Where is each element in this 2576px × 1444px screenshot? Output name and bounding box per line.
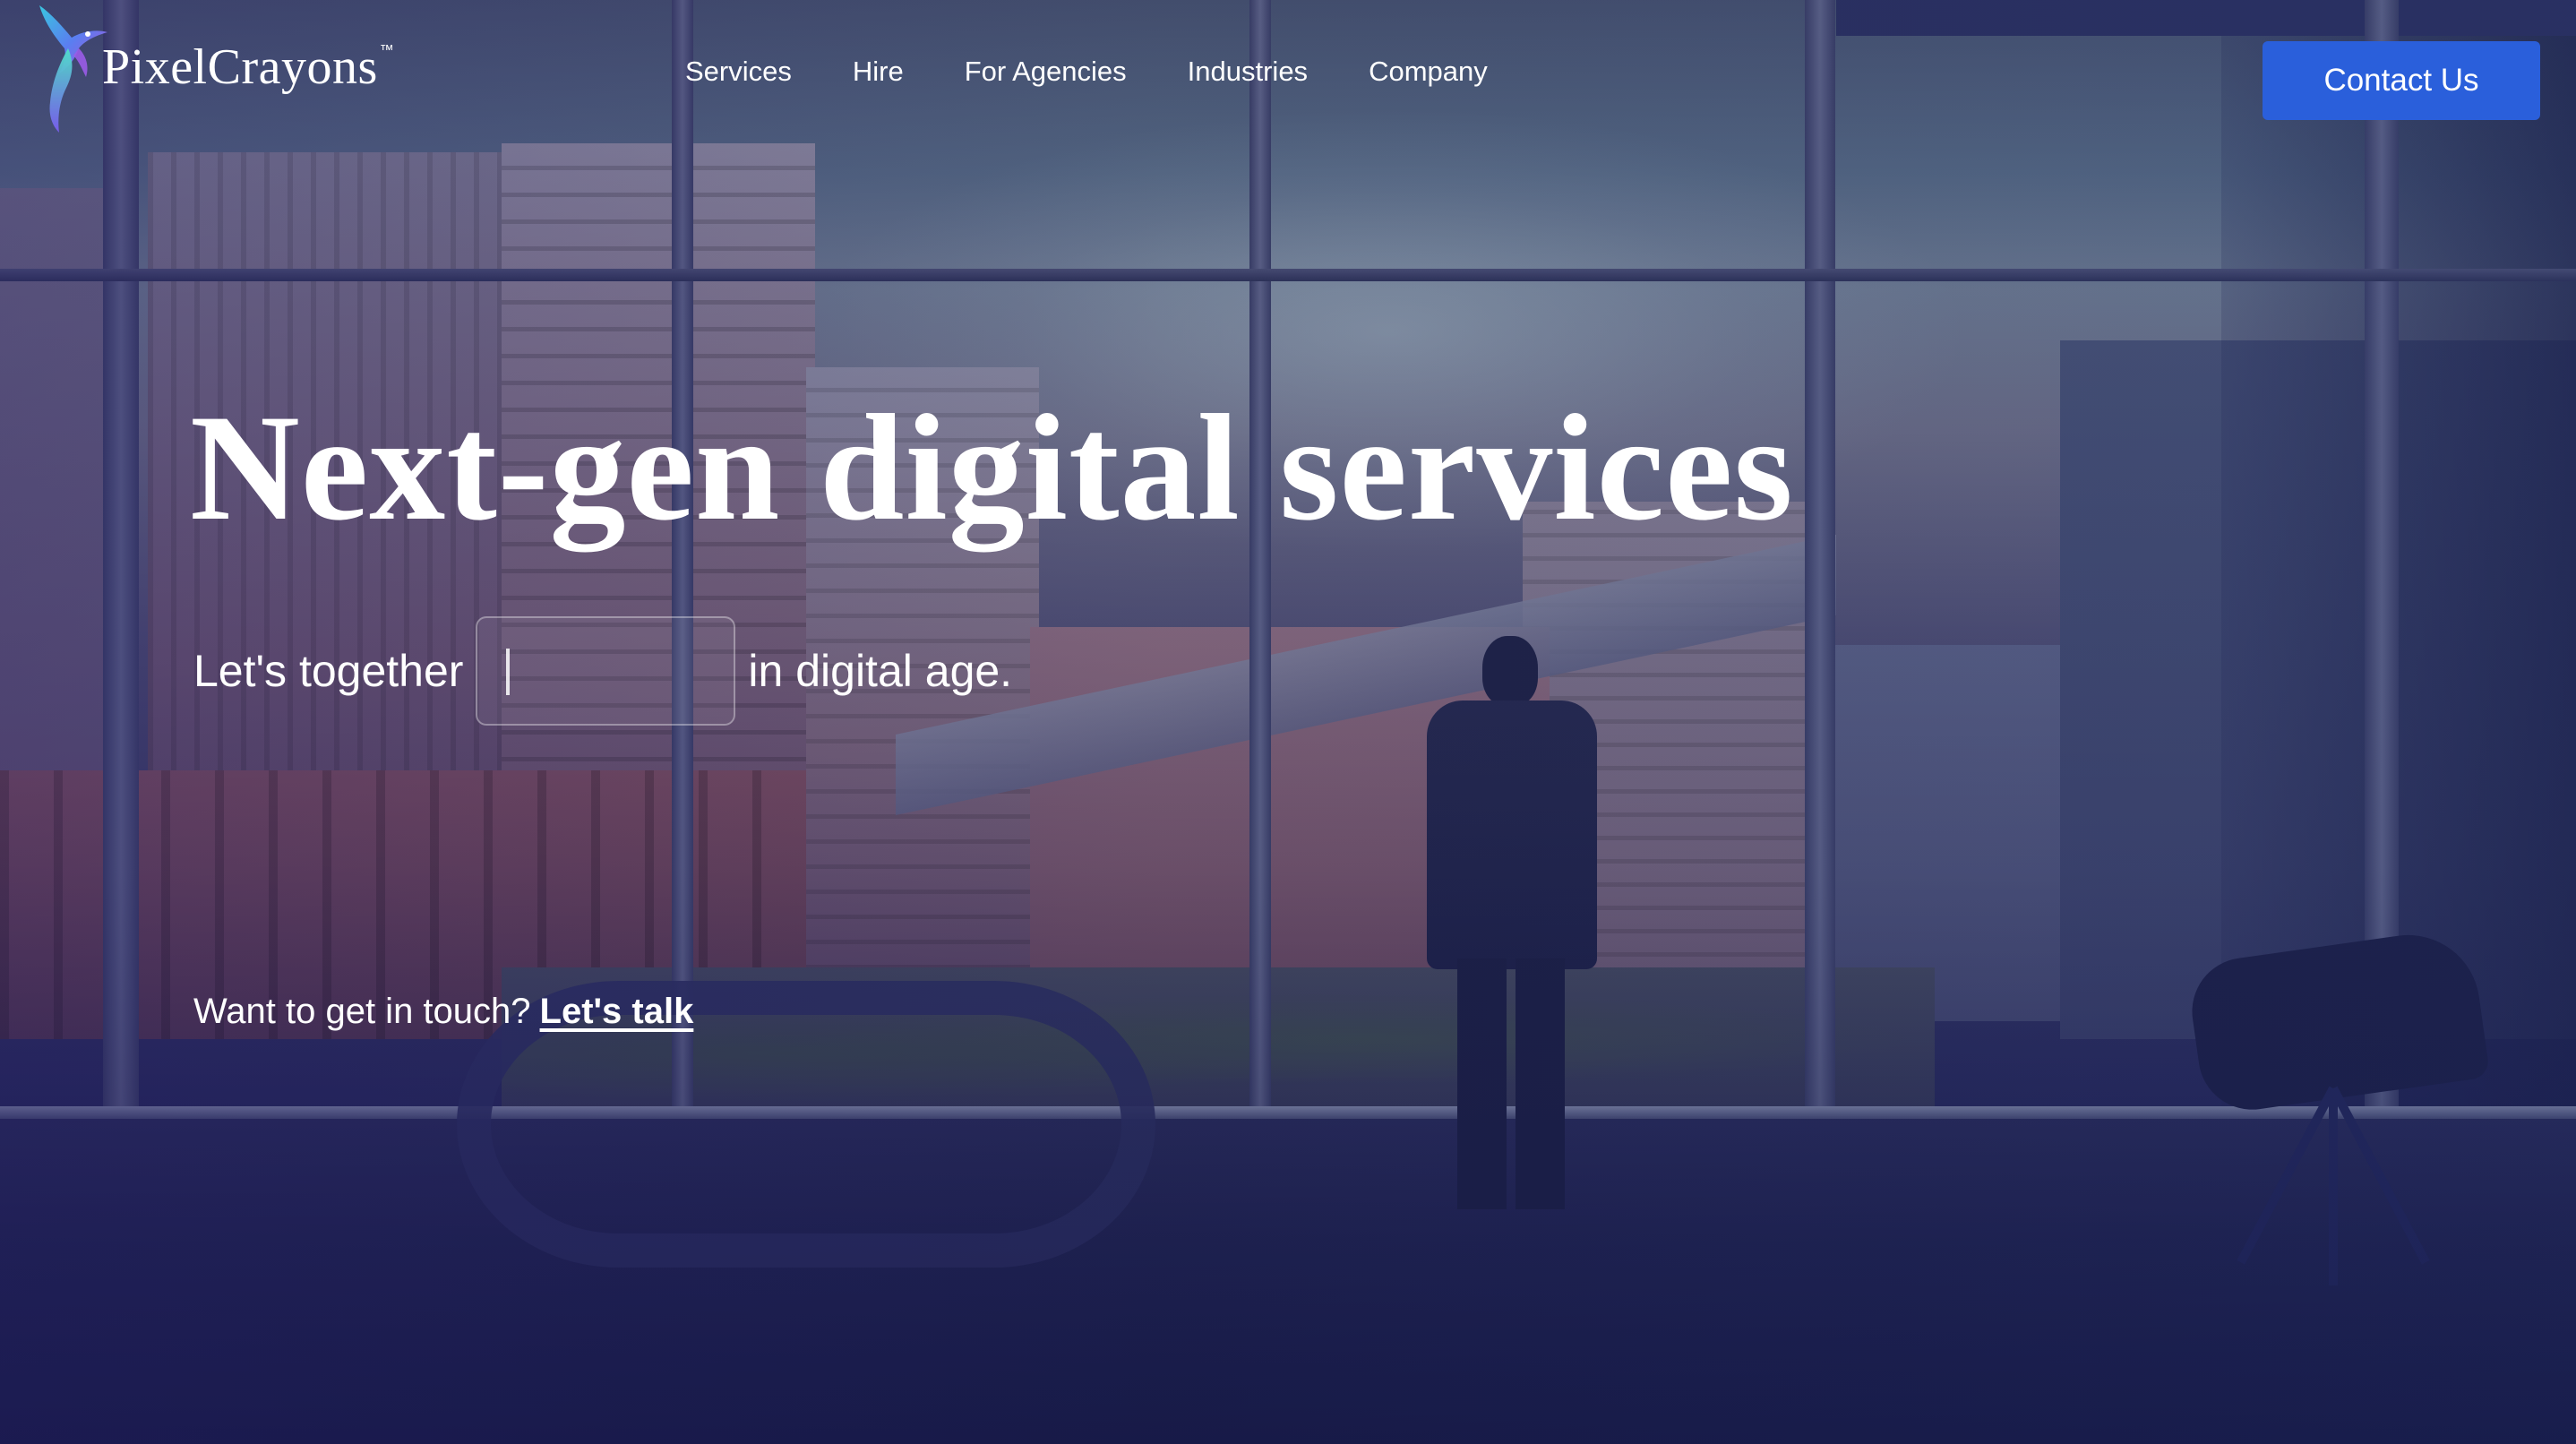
nav-item-for-agencies[interactable]: For Agencies [965,56,1127,88]
main-nav: Services Hire For Agencies Industries Co… [685,56,1549,88]
brand-name-text: PixelCrayons [102,39,378,95]
tagline-suffix: in digital age. [748,646,1013,696]
brand-name: PixelCrayons ™ [102,39,394,96]
contact-prompt-text: Want to get in touch? [193,992,531,1031]
hummingbird-logo-icon [32,2,109,136]
text-caret-icon [506,649,511,695]
site-header: PixelCrayons ™ Services Hire For Agencies… [0,0,2576,161]
typewriter-box [476,616,736,726]
nav-item-company[interactable]: Company [1369,56,1488,88]
logo-link[interactable]: PixelCrayons ™ [32,2,401,136]
contact-us-button[interactable]: Contact Us [2263,41,2540,120]
nav-item-industries[interactable]: Industries [1188,56,1308,88]
hero-tagline: Let's together in digital age. [193,616,1012,726]
tagline-prefix: Let's together [193,646,464,696]
nav-item-services[interactable]: Services [685,56,792,88]
lets-talk-link[interactable]: Let's talk [540,992,694,1031]
hero-title: Next-gen digital services [190,383,1794,552]
contact-prompt: Want to get in touch? Let's talk [193,992,693,1032]
trademark-symbol: ™ [379,43,395,59]
nav-item-hire[interactable]: Hire [853,56,904,88]
homepage: PixelCrayons ™ Services Hire For Agencies… [0,0,2576,1444]
